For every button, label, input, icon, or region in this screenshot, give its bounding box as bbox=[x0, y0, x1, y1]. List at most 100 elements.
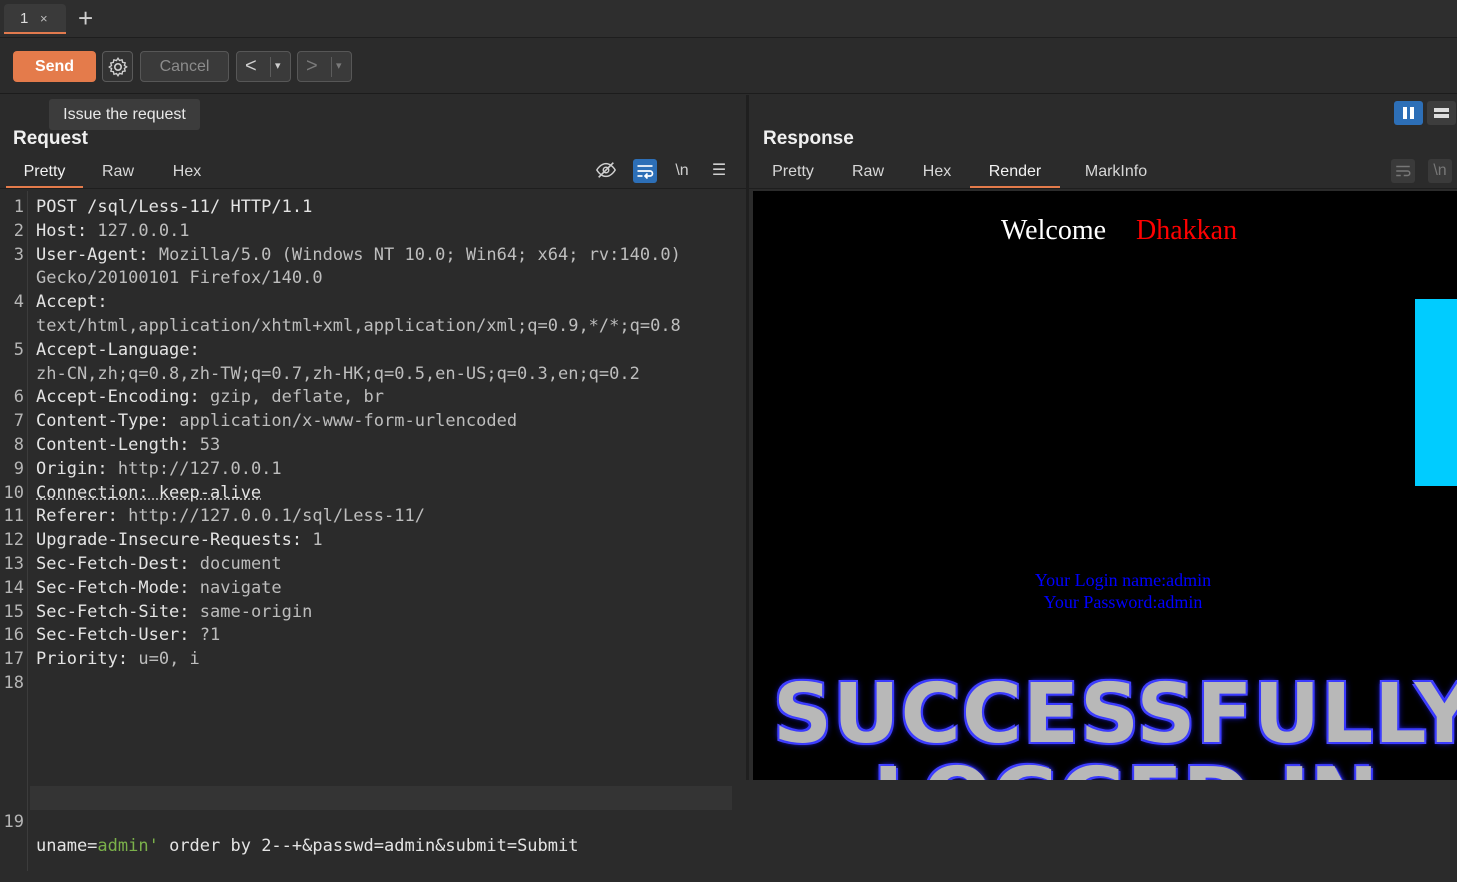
line-text: Referer: http://127.0.0.1/sql/Less-11/ bbox=[36, 504, 425, 528]
new-tab-button[interactable]: + bbox=[78, 4, 93, 32]
header-name: Referer: bbox=[36, 506, 118, 527]
newline-toggle-icon[interactable]: \n bbox=[670, 159, 694, 183]
wrap-lines-icon[interactable] bbox=[633, 159, 657, 183]
header-value: u=0, i bbox=[128, 649, 200, 670]
settings-button[interactable] bbox=[102, 51, 133, 82]
repeater-tab[interactable]: 1 × bbox=[4, 4, 66, 34]
header-name: Sec-Fetch-Mode: bbox=[36, 577, 190, 598]
header-name: Sec-Fetch-Dest: bbox=[36, 554, 190, 574]
wrap-lines-icon[interactable] bbox=[1391, 159, 1415, 183]
tab-raw[interactable]: Raw bbox=[841, 157, 895, 189]
close-tab-icon[interactable]: × bbox=[40, 11, 48, 26]
line-text: text/html,application/xhtml+xml,applicat… bbox=[36, 314, 681, 338]
header-value: application/x-www-form-urlencoded bbox=[169, 411, 518, 432]
tab-number: 1 bbox=[20, 10, 29, 27]
tab-markinfo[interactable]: MarkInfo bbox=[1071, 157, 1161, 189]
header-value: 127.0.0.1 bbox=[87, 220, 190, 241]
tab-pretty[interactable]: Pretty bbox=[761, 157, 825, 189]
logged-in-banner: LOGGED IN bbox=[873, 751, 1378, 780]
success-banner: SUCCESSFULLY bbox=[773, 667, 1457, 762]
back-dropdown-icon[interactable]: ▾ bbox=[275, 59, 281, 72]
line-number: 13 bbox=[3, 554, 24, 574]
line-number: 5 bbox=[13, 339, 24, 360]
rendered-page: Welcome Dhakkan Your Login name:admin Yo… bbox=[753, 191, 1457, 780]
forward-button[interactable]: > ▾ bbox=[297, 51, 352, 82]
line-text: User-Agent: Mozilla/5.0 (Windows NT 10.0… bbox=[36, 243, 681, 267]
line-number: 19 bbox=[3, 812, 24, 832]
back-button[interactable]: < ▾ bbox=[236, 51, 291, 82]
header-name: Priority: bbox=[36, 649, 129, 670]
header-name: Accept: bbox=[36, 292, 108, 313]
line-text: Content-Length: 53 bbox=[36, 433, 220, 457]
response-title: Response bbox=[763, 128, 854, 149]
tab-raw[interactable]: Raw bbox=[88, 157, 148, 189]
line-text: zh-CN,zh;q=0.8,zh-TW;q=0.7,zh-HK;q=0.5,e… bbox=[36, 362, 640, 386]
line-number: 2 bbox=[13, 220, 24, 241]
menu-icon[interactable]: ☰ bbox=[707, 159, 731, 183]
header-name: Upgrade-Insecure-Requests: bbox=[36, 530, 303, 551]
header-name: POST /sql/Less-11/ HTTP/1.1 bbox=[36, 197, 313, 217]
line-text: Accept-Language: bbox=[36, 338, 200, 362]
line-number: 15 bbox=[3, 601, 24, 622]
header-name: Accept-Language: bbox=[36, 339, 200, 360]
line-number: 3 bbox=[13, 244, 24, 265]
separator bbox=[270, 57, 271, 77]
send-button[interactable]: Send bbox=[13, 51, 96, 82]
header-value: zh-CN,zh;q=0.8,zh-TW;q=0.7,zh-HK;q=0.5,e… bbox=[36, 363, 640, 384]
header-name: Content-Length: bbox=[36, 435, 190, 455]
forward-arrow-icon: > bbox=[306, 55, 318, 77]
line-text: Accept: bbox=[36, 290, 108, 314]
tab-pretty[interactable]: Pretty bbox=[6, 157, 83, 189]
response-panel: Response Pretty Raw Hex Render MarkInfo … bbox=[749, 95, 1457, 780]
header-value: 53 bbox=[189, 435, 221, 455]
header-value: Gecko/20100101 Firefox/140.0 bbox=[36, 268, 323, 289]
line-number: 4 bbox=[13, 292, 24, 313]
stacked-view-icon[interactable] bbox=[1427, 101, 1456, 125]
tab-strip: 1 × + bbox=[0, 0, 1457, 38]
gear-icon bbox=[108, 57, 128, 77]
request-panel: Request Pretty Raw Hex \n ☰ 1 POST /sql/L… bbox=[0, 95, 746, 871]
header-value: navigate bbox=[189, 577, 282, 598]
line-text: Upgrade-Insecure-Requests: 1 bbox=[36, 528, 323, 552]
tab-render[interactable]: Render bbox=[970, 157, 1060, 189]
line-number: 16 bbox=[3, 625, 24, 646]
header-name: Accept-Encoding: bbox=[36, 387, 200, 408]
back-arrow-icon: < bbox=[245, 55, 257, 77]
newline-toggle-icon[interactable]: \n bbox=[1428, 159, 1452, 183]
line-text: Sec-Fetch-Mode: navigate bbox=[36, 576, 282, 600]
header-name: Sec-Fetch-User: bbox=[36, 625, 190, 646]
tab-divider bbox=[749, 188, 1457, 189]
line-text: Host: 127.0.0.1 bbox=[36, 219, 190, 243]
tab-hex[interactable]: Hex bbox=[158, 157, 216, 189]
body-text: uname=admin' order by 2--+&passwd=admin&… bbox=[36, 836, 579, 856]
split-view-icon[interactable] bbox=[1394, 101, 1423, 125]
tab-divider bbox=[0, 188, 746, 189]
line-number: 6 bbox=[13, 387, 24, 408]
line-text: Sec-Fetch-Site: same-origin bbox=[36, 600, 312, 624]
line-number: 11 bbox=[3, 506, 24, 527]
send-tooltip: Issue the request bbox=[49, 99, 200, 130]
body-line[interactable]: 19 uname=admin' order by 2--+&passwd=adm… bbox=[0, 786, 746, 856]
header-name: Sec-Fetch-Site: bbox=[36, 601, 190, 622]
forward-dropdown-icon[interactable]: ▾ bbox=[336, 59, 342, 72]
header-value: Mozilla/5.0 (Windows NT 10.0; Win64; x64… bbox=[148, 244, 681, 265]
line-text: Sec-Fetch-Dest: document bbox=[36, 552, 282, 576]
header-name: Connection: keep-alive bbox=[36, 482, 262, 503]
header-name: Content-Type: bbox=[36, 411, 170, 432]
line-number: 10 bbox=[3, 482, 24, 503]
line-text: Priority: u=0, i bbox=[36, 647, 200, 671]
line-text: Gecko/20100101 Firefox/140.0 bbox=[36, 266, 323, 290]
line-number: 7 bbox=[13, 411, 24, 432]
toolbar: Send Cancel < ▾ > ▾ bbox=[0, 38, 1457, 94]
header-name: User-Agent: bbox=[36, 244, 149, 265]
header-value: http://127.0.0.1/sql/Less-11/ bbox=[117, 506, 425, 527]
hide-nonprintable-icon[interactable] bbox=[594, 159, 618, 183]
request-editor[interactable]: 1 POST /sql/Less-11/ HTTP/1.1 2 Host: 127.0… bbox=[0, 191, 746, 871]
header-value: gzip, deflate, br bbox=[199, 387, 384, 408]
line-text: Connection: keep-alive bbox=[36, 481, 261, 505]
tab-hex[interactable]: Hex bbox=[909, 157, 965, 189]
line-number: 18 bbox=[3, 673, 24, 693]
line-number: 12 bbox=[3, 530, 24, 551]
line-text: Origin: http://127.0.0.1 bbox=[36, 457, 282, 481]
cancel-button[interactable]: Cancel bbox=[140, 51, 229, 82]
